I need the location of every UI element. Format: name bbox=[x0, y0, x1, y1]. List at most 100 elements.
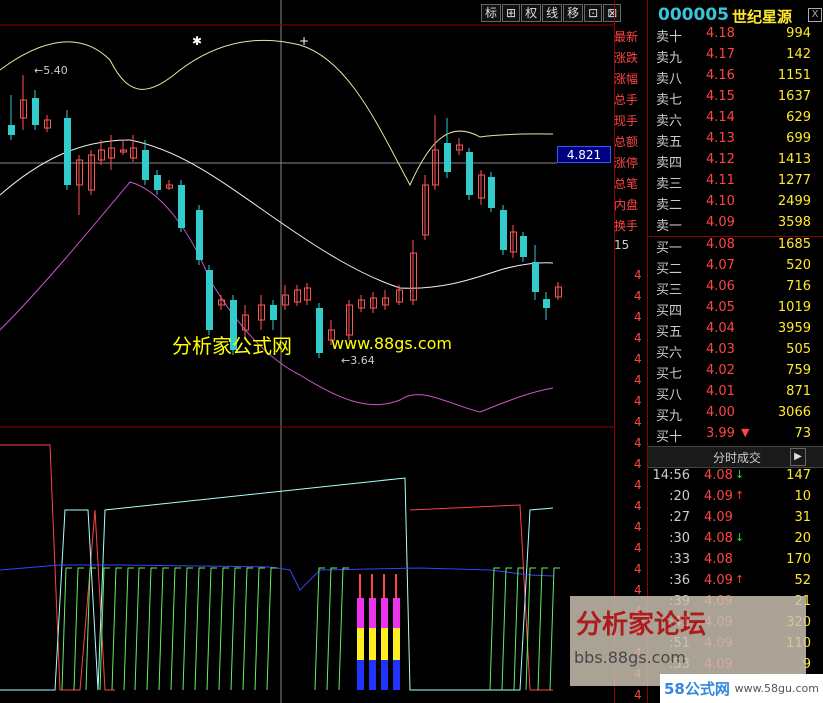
order-book-row[interactable]: 买五 4.04 3959 bbox=[648, 321, 823, 342]
order-book-row[interactable]: 卖三 4.11 1277 bbox=[648, 173, 823, 194]
tick-time: :33 bbox=[669, 552, 690, 567]
order-price: 4.06 bbox=[706, 279, 735, 294]
order-level-label: 卖二 bbox=[656, 198, 683, 213]
tick-price-digit: 4 bbox=[634, 331, 642, 345]
order-price: 4.18 bbox=[706, 26, 735, 41]
signal-bar-magenta bbox=[357, 598, 364, 628]
down-arrow-icon: ▼ bbox=[741, 426, 750, 439]
tick-price-digit: 4 bbox=[634, 394, 642, 408]
order-book-row[interactable]: 买九 4.00 3066 bbox=[648, 405, 823, 426]
order-price: 4.09 bbox=[706, 215, 735, 230]
quote-field-label: 总手 bbox=[614, 93, 639, 107]
order-book-row[interactable]: 买六 4.03 505 bbox=[648, 342, 823, 363]
kline-chart-svg[interactable]: ✱ + bbox=[0, 0, 614, 703]
order-price: 4.01 bbox=[706, 384, 735, 399]
order-volume: 759 bbox=[786, 363, 811, 378]
current-price-tag: 4.821 bbox=[557, 146, 611, 163]
indicator-green-bar bbox=[254, 567, 265, 691]
tick-price-digit: 4 bbox=[634, 520, 642, 534]
order-volume: 871 bbox=[786, 384, 811, 399]
order-book-row[interactable]: 卖一 4.09 3598 bbox=[648, 215, 823, 236]
close-icon[interactable]: X bbox=[808, 8, 822, 22]
indicator-green-bar bbox=[61, 567, 72, 691]
order-book-row[interactable]: 卖五 4.13 699 bbox=[648, 131, 823, 152]
indicator-green-bar bbox=[549, 567, 560, 691]
order-price: 4.16 bbox=[706, 68, 735, 83]
order-level-label: 卖九 bbox=[656, 51, 683, 66]
order-level-label: 买六 bbox=[656, 346, 683, 361]
kline-chart-area[interactable]: ✱ + 标 ⊞ 权 线 移 ⊡ ⊠ ←5.40 ←3.64 4.821 分析家公式… bbox=[0, 0, 622, 703]
order-book-row[interactable]: 卖八 4.16 1151 bbox=[648, 68, 823, 89]
order-price: 4.11 bbox=[706, 173, 735, 188]
toolbar-button-window[interactable]: ⊡ bbox=[584, 4, 603, 22]
order-level-label: 卖十 bbox=[656, 30, 683, 45]
order-book-row[interactable]: 卖九 4.17 142 bbox=[648, 47, 823, 68]
quote-field-label: 总笔 bbox=[614, 177, 639, 191]
tick-price-digit: 4 bbox=[634, 499, 642, 513]
signal-bar-yellow bbox=[369, 628, 376, 660]
order-book-row[interactable]: 卖四 4.12 1413 bbox=[648, 152, 823, 173]
order-book-row[interactable]: 买七 4.02 759 bbox=[648, 363, 823, 384]
toolbar-button-mark[interactable]: 标 bbox=[481, 4, 502, 22]
signal-bar-yellow bbox=[381, 628, 388, 660]
toolbar-button-line[interactable]: 线 bbox=[542, 4, 563, 22]
tick-time: :20 bbox=[669, 489, 690, 504]
order-level-label: 买七 bbox=[656, 367, 683, 382]
watermark-site-name: 分析家公式网 bbox=[172, 334, 292, 358]
order-book-row[interactable]: 卖十 4.18 994 bbox=[648, 26, 823, 47]
toolbar-button-move[interactable]: 移 bbox=[563, 4, 584, 22]
toolbar-button-grid[interactable]: ⊞ bbox=[502, 4, 521, 22]
tick-row[interactable]: :27 4.09 31 bbox=[648, 510, 823, 531]
order-volume: 1277 bbox=[777, 173, 811, 188]
order-book-row[interactable]: 买三 4.06 716 bbox=[648, 279, 823, 300]
order-book-row[interactable]: 卖六 4.14 629 bbox=[648, 110, 823, 131]
toolbar-button-rights[interactable]: 权 bbox=[521, 4, 542, 22]
tick-volume: 52 bbox=[794, 573, 811, 588]
forum-watermark-title: 分析家论坛 bbox=[576, 610, 707, 640]
tick-price: 4.09 bbox=[704, 573, 733, 588]
order-volume: 3959 bbox=[777, 321, 811, 336]
indicator-green-bar bbox=[338, 567, 349, 691]
quote-field-label: 涨跌 bbox=[614, 51, 639, 65]
tick-next-button[interactable]: ▶ bbox=[790, 448, 806, 466]
order-book-row[interactable]: 买一 4.08 1685 bbox=[648, 237, 823, 258]
tick-row[interactable]: 14:56 4.08 ↓ 147 bbox=[648, 468, 823, 489]
order-level-label: 卖五 bbox=[656, 135, 683, 150]
order-book-row[interactable]: 买二 4.07 520 bbox=[648, 258, 823, 279]
order-volume: 520 bbox=[786, 258, 811, 273]
tick-direction-icon: ↑ bbox=[735, 573, 745, 586]
candle-body bbox=[196, 210, 203, 260]
order-book-row[interactable]: 卖七 4.15 1637 bbox=[648, 89, 823, 110]
indicator-green-bar bbox=[182, 567, 193, 691]
order-price: 4.14 bbox=[706, 110, 735, 125]
tick-header-label: 分时成交 bbox=[713, 451, 762, 465]
quote-field-label: 最新 bbox=[614, 30, 639, 44]
stock-title-bar: 000005 世纪星源 X bbox=[648, 3, 823, 27]
order-book-row[interactable]: 买十 3.99 ▼ 73 bbox=[648, 426, 823, 447]
tick-price-digit: 4 bbox=[634, 436, 642, 450]
tick-row[interactable]: :36 4.09 ↑ 52 bbox=[648, 573, 823, 594]
order-price: 4.00 bbox=[706, 405, 735, 420]
candle-body bbox=[142, 150, 149, 180]
order-level-label: 买二 bbox=[656, 262, 683, 277]
indicator-green-bar bbox=[525, 567, 536, 691]
order-book-row[interactable]: 买八 4.01 871 bbox=[648, 384, 823, 405]
order-book-row[interactable]: 卖二 4.10 2499 bbox=[648, 194, 823, 215]
signal-bar-magenta bbox=[381, 598, 388, 628]
tick-price-digit: 4 bbox=[634, 415, 642, 429]
tick-row[interactable]: :30 4.08 ↓ 20 bbox=[648, 531, 823, 552]
candle-body bbox=[8, 125, 15, 135]
indicator-green-bar bbox=[99, 567, 110, 691]
order-volume: 1413 bbox=[777, 152, 811, 167]
order-price: 3.99 bbox=[706, 426, 735, 441]
indicator-green-bar bbox=[158, 567, 169, 691]
candle-body bbox=[32, 98, 39, 125]
low-price-annotation: ←3.64 bbox=[341, 354, 375, 367]
order-price: 4.08 bbox=[706, 237, 735, 252]
lower-band-line bbox=[0, 181, 554, 413]
quote-field-label: 内盘 bbox=[614, 198, 639, 212]
tick-row[interactable]: :33 4.08 170 bbox=[648, 552, 823, 573]
order-volume: 73 bbox=[794, 426, 811, 441]
tick-row[interactable]: :20 4.09 ↑ 10 bbox=[648, 489, 823, 510]
order-book-row[interactable]: 买四 4.05 1019 bbox=[648, 300, 823, 321]
